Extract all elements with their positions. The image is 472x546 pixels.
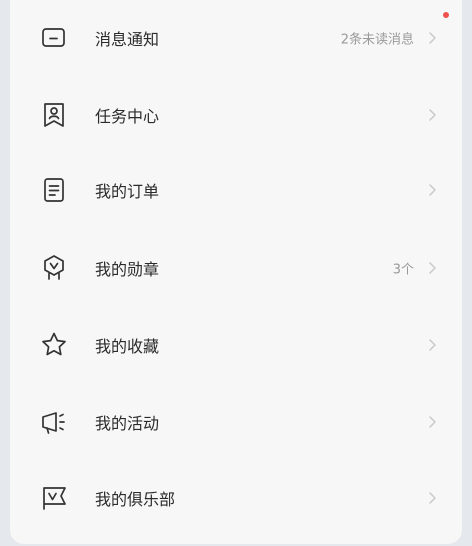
chevron-right-icon — [426, 182, 438, 198]
task-badge-icon — [39, 100, 69, 130]
menu-item-label: 任务中心 — [95, 107, 160, 126]
star-icon — [39, 330, 69, 360]
club-flag-icon — [39, 483, 69, 513]
chevron-right-icon — [426, 260, 438, 276]
menu-item-label: 消息通知 — [95, 30, 160, 49]
menu-item-label: 我的订单 — [95, 182, 160, 201]
menu-item-label: 我的俱乐部 — [95, 490, 176, 509]
menu-item-my-clubs[interactable]: 我的俱乐部 — [10, 468, 462, 528]
chevron-right-icon — [426, 490, 438, 506]
medal-icon — [39, 253, 69, 283]
chevron-right-icon — [426, 337, 438, 353]
chevron-right-icon — [426, 414, 438, 430]
menu-item-my-medals[interactable]: 我的勋章 3个 — [10, 238, 462, 298]
chevron-right-icon — [426, 107, 438, 123]
menu-item-my-favorites[interactable]: 我的收藏 — [10, 315, 462, 375]
order-document-icon — [39, 175, 69, 205]
message-icon — [39, 23, 69, 53]
menu-item-my-orders[interactable]: 我的订单 — [10, 160, 462, 220]
chevron-right-icon — [426, 30, 438, 46]
menu-item-my-activities[interactable]: 我的活动 — [10, 392, 462, 452]
menu-item-task-center[interactable]: 任务中心 — [10, 85, 462, 145]
menu-item-label: 我的勋章 — [95, 260, 160, 279]
menu-item-label: 我的收藏 — [95, 337, 160, 356]
unread-count-text: 2条未读消息 — [340, 32, 414, 48]
menu-card: 消息通知 2条未读消息 任务中心 我的订单 我的勋章 3个 我的收藏 我的活动 … — [10, 0, 462, 544]
megaphone-icon — [39, 407, 69, 437]
menu-item-label: 我的活动 — [95, 414, 160, 433]
menu-item-notifications[interactable]: 消息通知 2条未读消息 — [10, 8, 462, 68]
medal-count-text: 3个 — [392, 262, 414, 278]
